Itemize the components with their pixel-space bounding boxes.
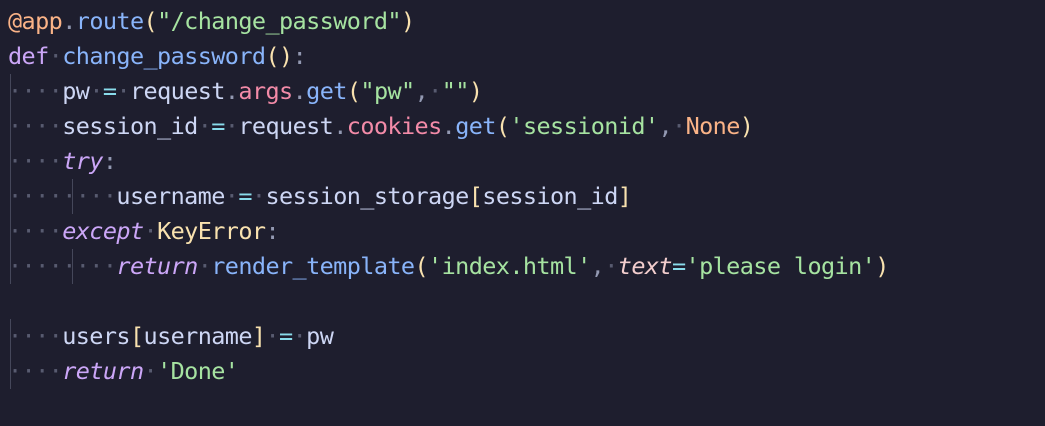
try-keyword: try bbox=[62, 147, 103, 175]
value-token: pw bbox=[306, 322, 334, 350]
code-line-2: def·change_password(): bbox=[8, 42, 307, 70]
function-call: render_template bbox=[211, 252, 415, 280]
string-token: "pw" bbox=[360, 77, 415, 105]
return-keyword: return bbox=[116, 252, 198, 280]
get-method: get bbox=[455, 112, 496, 140]
request-token: request bbox=[238, 112, 334, 140]
indent-guide bbox=[10, 74, 11, 109]
code-line-6: ········username·=·session_storage[sessi… bbox=[0, 179, 1045, 214]
variable-token: pw bbox=[62, 77, 90, 105]
key-token: username bbox=[143, 322, 253, 350]
indent-guide bbox=[10, 249, 11, 284]
args-token: args bbox=[238, 77, 293, 105]
code-line-11: ····return·'Done' bbox=[0, 354, 1045, 389]
get-method: get bbox=[306, 77, 347, 105]
storage-token: session_storage bbox=[265, 182, 469, 210]
none-constant: None bbox=[685, 112, 741, 140]
indent-guide bbox=[10, 319, 11, 354]
code-line-10: ····users[username]·=·pw bbox=[0, 319, 1045, 354]
indent-guide bbox=[10, 179, 11, 214]
key-token: session_id bbox=[482, 182, 618, 210]
users-token: users bbox=[62, 322, 130, 350]
variable-token: session_id bbox=[62, 112, 198, 140]
return-keyword: return bbox=[62, 357, 144, 385]
string-token: 'Done' bbox=[157, 357, 239, 385]
route-token: route bbox=[75, 7, 144, 35]
cookies-token: cookies bbox=[346, 112, 442, 140]
code-line-4: ····session_id·=·request.cookies.get('se… bbox=[0, 109, 1045, 144]
def-keyword: def bbox=[8, 42, 49, 70]
string-token: 'please login' bbox=[685, 252, 876, 280]
route-path-string: "/change_password" bbox=[157, 7, 401, 35]
indent-guide bbox=[10, 144, 11, 179]
code-line-5: ····try: bbox=[0, 144, 1045, 179]
indent-guide bbox=[10, 214, 11, 249]
request-token: request bbox=[130, 77, 225, 105]
indent-guide bbox=[72, 179, 73, 214]
decorator-token: @app bbox=[8, 7, 63, 35]
code-line-7: ····except·KeyError: bbox=[0, 214, 1045, 249]
indent-guide bbox=[72, 249, 73, 284]
except-keyword: except bbox=[62, 217, 144, 245]
code-line-1: @app.route("/change_password") bbox=[8, 7, 415, 35]
code-line-3: ····pw·=·request.args.get("pw",·"") bbox=[0, 74, 1045, 109]
string-token: 'sessionid' bbox=[509, 112, 659, 140]
exception-class: KeyError bbox=[157, 217, 266, 245]
variable-token: username bbox=[116, 182, 225, 210]
indent-guide bbox=[10, 109, 11, 144]
indent-guide bbox=[10, 354, 11, 389]
parameter-token: text bbox=[617, 252, 673, 280]
string-token: 'index.html' bbox=[428, 252, 591, 280]
function-name: change_password bbox=[62, 42, 266, 70]
code-editor[interactable]: @app.route("/change_password") def·chang… bbox=[0, 0, 1045, 426]
string-token: "" bbox=[441, 77, 470, 105]
code-line-8: ········return·render_template('index.ht… bbox=[0, 249, 1045, 284]
